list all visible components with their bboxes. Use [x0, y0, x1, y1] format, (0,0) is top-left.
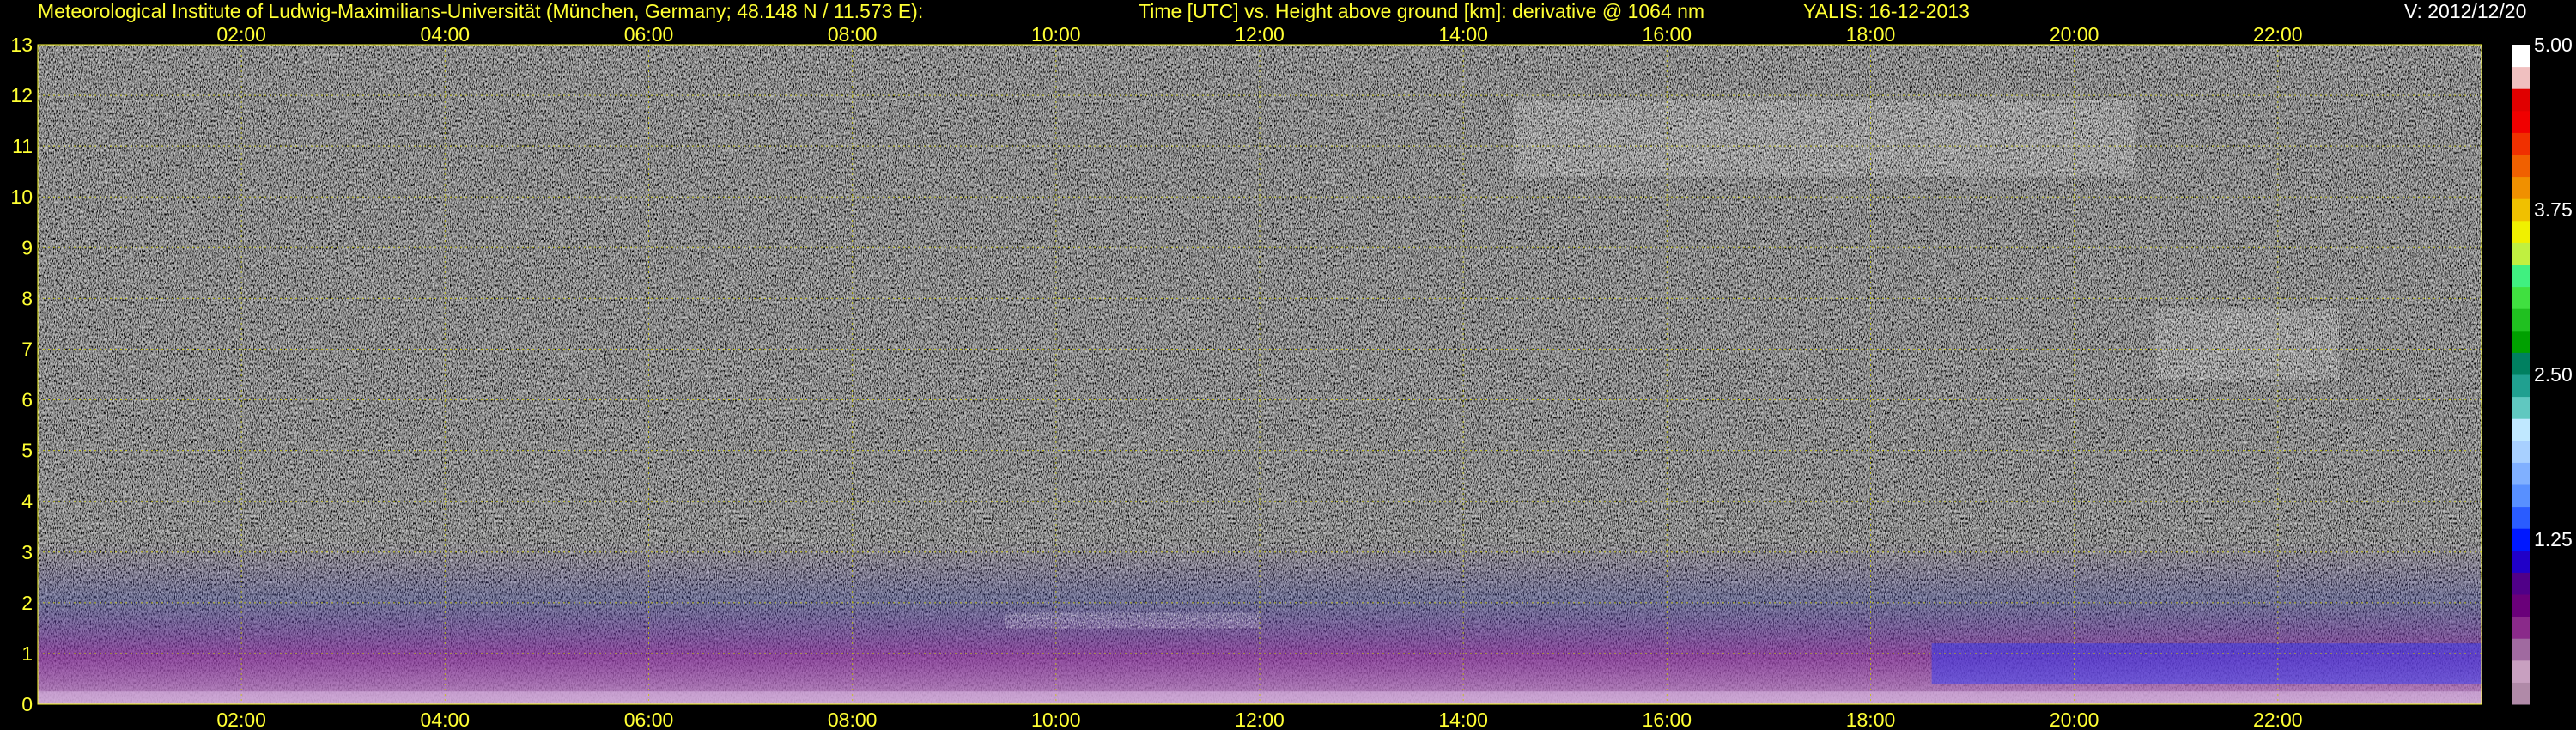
surface-layer [38, 691, 2482, 704]
x-tick-label: 06:00 [624, 709, 674, 730]
feature-low-cloud [1931, 643, 2482, 684]
colorbar-swatch [2512, 616, 2530, 639]
colorbar-swatch [2512, 506, 2530, 529]
colorbar-swatch [2512, 396, 2530, 419]
x-tick-label-top: 18:00 [1846, 23, 1896, 46]
x-tick-label-top: 10:00 [1031, 23, 1081, 46]
colorbar-swatch [2512, 374, 2530, 398]
colorbar-swatch [2512, 682, 2530, 705]
x-tick-label-top: 06:00 [624, 23, 674, 46]
colorbar-swatch [2512, 440, 2530, 463]
y-tick-label: 8 [21, 287, 33, 309]
y-tick-label: 10 [10, 186, 33, 208]
colorbar-swatch [2512, 265, 2530, 288]
feature-aerosol-layer-top [1005, 612, 1260, 629]
x-tick-label: 02:00 [216, 709, 266, 730]
colorbar-swatch [2512, 242, 2530, 265]
y-tick-label: 13 [10, 33, 33, 56]
colorbar-swatch [2512, 286, 2530, 309]
colorbar-swatch [2512, 155, 2530, 178]
colorbar-swatch [2512, 66, 2530, 89]
colorbar-swatch [2512, 330, 2530, 353]
x-tick-label-top: 22:00 [2253, 23, 2303, 46]
colorbar-label: 1.25 [2534, 528, 2573, 551]
y-tick-label: 5 [21, 440, 33, 462]
colorbar-swatch [2512, 462, 2530, 485]
feature-cirrus [1514, 100, 2136, 177]
x-tick-label: 08:00 [828, 709, 878, 730]
colorbar-swatch [2512, 418, 2530, 441]
x-tick-label-top: 14:00 [1438, 23, 1488, 46]
x-tick-label-top: 08:00 [828, 23, 878, 46]
colorbar-swatch [2512, 176, 2530, 199]
x-tick-label-top: 20:00 [2050, 23, 2099, 46]
y-tick-label: 6 [21, 389, 33, 411]
x-tick-label: 20:00 [2050, 709, 2099, 730]
y-tick-label: 0 [21, 693, 33, 715]
colorbar-swatch [2512, 352, 2530, 375]
colorbar-swatch [2512, 308, 2530, 332]
colorbar-label: 2.50 [2534, 363, 2573, 386]
y-tick-label: 7 [21, 338, 33, 360]
y-tick-label: 1 [21, 642, 33, 665]
y-tick-label: 12 [10, 84, 33, 106]
x-tick-label: 04:00 [421, 709, 471, 730]
x-tick-label: 18:00 [1846, 709, 1896, 730]
x-tick-label-top: 04:00 [421, 23, 471, 46]
colorbar-label: 3.75 [2534, 198, 2573, 221]
colorbar-swatch [2512, 132, 2530, 155]
lidar-heatmap-chart: 02:00 04:00 06:00 08:00 10:00 12:00 14:00 16:00… [10, 23, 2573, 730]
colorbar-swatch [2512, 594, 2530, 617]
x-tick-label: 12:00 [1235, 709, 1285, 730]
y-tick-label: 9 [21, 236, 33, 259]
plot-area [38, 45, 2482, 704]
feature-mid-level-cloud [2155, 308, 2339, 380]
x-tick-label: 14:00 [1438, 709, 1488, 730]
colorbar-swatch [2512, 484, 2530, 508]
colorbar-swatch [2512, 572, 2530, 595]
x-tick-label-top: 16:00 [1643, 23, 1692, 46]
colorbar-swatch [2512, 45, 2530, 68]
x-tick-label: 10:00 [1031, 709, 1081, 730]
colorbar-swatch [2512, 660, 2530, 683]
colorbar-swatch [2512, 550, 2530, 573]
colorbar-label: 5.00 [2534, 33, 2573, 56]
x-tick-label-top: 12:00 [1235, 23, 1285, 46]
colorbar-swatch [2512, 198, 2530, 222]
colorbar-swatch [2512, 220, 2530, 243]
y-tick-label: 3 [21, 541, 33, 563]
y-tick-label: 2 [21, 592, 33, 614]
colorbar-swatch [2512, 110, 2530, 133]
y-tick-label: 11 [12, 135, 33, 157]
x-tick-label-top: 02:00 [216, 23, 266, 46]
colorbar-swatch [2512, 638, 2530, 661]
x-tick-label: 22:00 [2253, 709, 2303, 730]
y-tick-label: 4 [21, 490, 33, 513]
colorbar-swatch [2512, 88, 2530, 112]
colorbar-swatch [2512, 528, 2530, 551]
x-tick-label: 16:00 [1643, 709, 1692, 730]
